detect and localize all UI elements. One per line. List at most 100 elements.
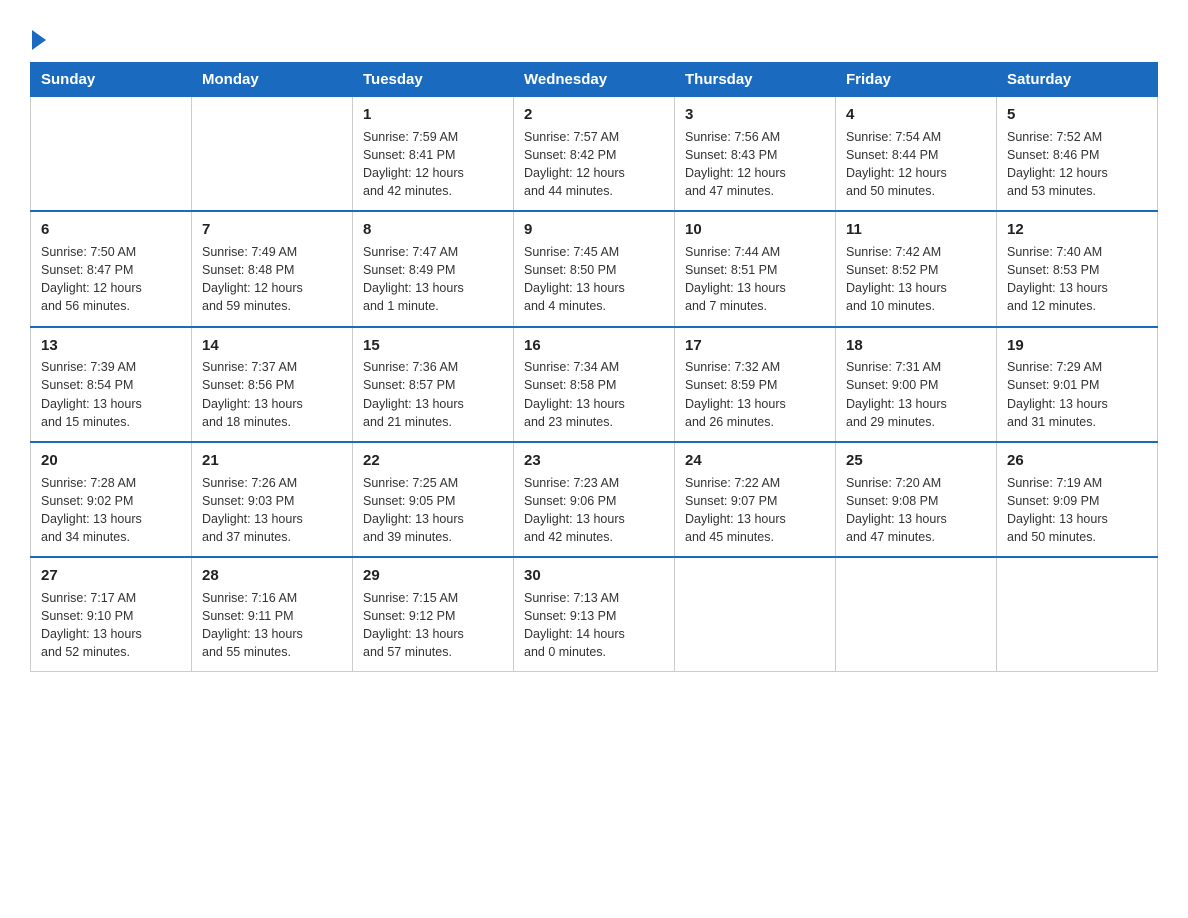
calendar-cell: 4Sunrise: 7:54 AMSunset: 8:44 PMDaylight…	[836, 97, 997, 212]
page-header	[30, 20, 1158, 52]
day-number: 20	[41, 450, 181, 472]
calendar-week-row: 20Sunrise: 7:28 AMSunset: 9:02 PMDayligh…	[31, 442, 1158, 557]
calendar-cell: 16Sunrise: 7:34 AMSunset: 8:58 PMDayligh…	[514, 327, 675, 442]
day-number: 29	[363, 565, 503, 587]
calendar-cell: 17Sunrise: 7:32 AMSunset: 8:59 PMDayligh…	[675, 327, 836, 442]
calendar-week-row: 27Sunrise: 7:17 AMSunset: 9:10 PMDayligh…	[31, 557, 1158, 672]
day-info: Sunrise: 7:50 AMSunset: 8:47 PMDaylight:…	[41, 243, 181, 316]
day-number: 18	[846, 335, 986, 357]
day-number: 2	[524, 104, 664, 126]
calendar-cell	[192, 97, 353, 212]
calendar-week-row: 6Sunrise: 7:50 AMSunset: 8:47 PMDaylight…	[31, 211, 1158, 326]
day-info: Sunrise: 7:45 AMSunset: 8:50 PMDaylight:…	[524, 243, 664, 316]
calendar-cell: 14Sunrise: 7:37 AMSunset: 8:56 PMDayligh…	[192, 327, 353, 442]
calendar-cell: 26Sunrise: 7:19 AMSunset: 9:09 PMDayligh…	[997, 442, 1158, 557]
calendar-cell: 27Sunrise: 7:17 AMSunset: 9:10 PMDayligh…	[31, 557, 192, 672]
day-number: 3	[685, 104, 825, 126]
day-info: Sunrise: 7:16 AMSunset: 9:11 PMDaylight:…	[202, 589, 342, 662]
weekday-header-row: SundayMondayTuesdayWednesdayThursdayFrid…	[31, 63, 1158, 97]
day-info: Sunrise: 7:37 AMSunset: 8:56 PMDaylight:…	[202, 358, 342, 431]
calendar-cell: 18Sunrise: 7:31 AMSunset: 9:00 PMDayligh…	[836, 327, 997, 442]
day-number: 14	[202, 335, 342, 357]
calendar-cell: 8Sunrise: 7:47 AMSunset: 8:49 PMDaylight…	[353, 211, 514, 326]
calendar-cell: 15Sunrise: 7:36 AMSunset: 8:57 PMDayligh…	[353, 327, 514, 442]
calendar-cell: 3Sunrise: 7:56 AMSunset: 8:43 PMDaylight…	[675, 97, 836, 212]
calendar-cell	[836, 557, 997, 672]
calendar-cell: 20Sunrise: 7:28 AMSunset: 9:02 PMDayligh…	[31, 442, 192, 557]
calendar-cell: 12Sunrise: 7:40 AMSunset: 8:53 PMDayligh…	[997, 211, 1158, 326]
calendar-cell: 23Sunrise: 7:23 AMSunset: 9:06 PMDayligh…	[514, 442, 675, 557]
day-number: 8	[363, 219, 503, 241]
day-info: Sunrise: 7:22 AMSunset: 9:07 PMDaylight:…	[685, 474, 825, 547]
day-number: 23	[524, 450, 664, 472]
day-number: 4	[846, 104, 986, 126]
calendar-cell: 25Sunrise: 7:20 AMSunset: 9:08 PMDayligh…	[836, 442, 997, 557]
day-info: Sunrise: 7:19 AMSunset: 9:09 PMDaylight:…	[1007, 474, 1147, 547]
day-info: Sunrise: 7:29 AMSunset: 9:01 PMDaylight:…	[1007, 358, 1147, 431]
weekday-header-sunday: Sunday	[31, 63, 192, 97]
day-number: 19	[1007, 335, 1147, 357]
logo-arrow-icon	[32, 30, 46, 50]
calendar-cell: 9Sunrise: 7:45 AMSunset: 8:50 PMDaylight…	[514, 211, 675, 326]
calendar-cell: 19Sunrise: 7:29 AMSunset: 9:01 PMDayligh…	[997, 327, 1158, 442]
calendar-week-row: 13Sunrise: 7:39 AMSunset: 8:54 PMDayligh…	[31, 327, 1158, 442]
day-info: Sunrise: 7:57 AMSunset: 8:42 PMDaylight:…	[524, 128, 664, 201]
day-info: Sunrise: 7:39 AMSunset: 8:54 PMDaylight:…	[41, 358, 181, 431]
day-info: Sunrise: 7:20 AMSunset: 9:08 PMDaylight:…	[846, 474, 986, 547]
calendar-cell: 5Sunrise: 7:52 AMSunset: 8:46 PMDaylight…	[997, 97, 1158, 212]
day-number: 13	[41, 335, 181, 357]
day-number: 6	[41, 219, 181, 241]
calendar-cell: 7Sunrise: 7:49 AMSunset: 8:48 PMDaylight…	[192, 211, 353, 326]
day-number: 5	[1007, 104, 1147, 126]
day-number: 27	[41, 565, 181, 587]
day-info: Sunrise: 7:49 AMSunset: 8:48 PMDaylight:…	[202, 243, 342, 316]
day-number: 16	[524, 335, 664, 357]
day-number: 24	[685, 450, 825, 472]
day-info: Sunrise: 7:59 AMSunset: 8:41 PMDaylight:…	[363, 128, 503, 201]
day-info: Sunrise: 7:56 AMSunset: 8:43 PMDaylight:…	[685, 128, 825, 201]
weekday-header-wednesday: Wednesday	[514, 63, 675, 97]
weekday-header-friday: Friday	[836, 63, 997, 97]
calendar-cell	[997, 557, 1158, 672]
calendar-cell: 21Sunrise: 7:26 AMSunset: 9:03 PMDayligh…	[192, 442, 353, 557]
day-info: Sunrise: 7:15 AMSunset: 9:12 PMDaylight:…	[363, 589, 503, 662]
calendar-cell: 24Sunrise: 7:22 AMSunset: 9:07 PMDayligh…	[675, 442, 836, 557]
calendar-cell: 2Sunrise: 7:57 AMSunset: 8:42 PMDaylight…	[514, 97, 675, 212]
day-number: 26	[1007, 450, 1147, 472]
calendar-cell: 28Sunrise: 7:16 AMSunset: 9:11 PMDayligh…	[192, 557, 353, 672]
weekday-header-thursday: Thursday	[675, 63, 836, 97]
day-info: Sunrise: 7:26 AMSunset: 9:03 PMDaylight:…	[202, 474, 342, 547]
day-info: Sunrise: 7:34 AMSunset: 8:58 PMDaylight:…	[524, 358, 664, 431]
weekday-header-tuesday: Tuesday	[353, 63, 514, 97]
day-info: Sunrise: 7:54 AMSunset: 8:44 PMDaylight:…	[846, 128, 986, 201]
day-info: Sunrise: 7:17 AMSunset: 9:10 PMDaylight:…	[41, 589, 181, 662]
day-number: 15	[363, 335, 503, 357]
calendar-table: SundayMondayTuesdayWednesdayThursdayFrid…	[30, 62, 1158, 672]
day-info: Sunrise: 7:47 AMSunset: 8:49 PMDaylight:…	[363, 243, 503, 316]
day-info: Sunrise: 7:25 AMSunset: 9:05 PMDaylight:…	[363, 474, 503, 547]
weekday-header-monday: Monday	[192, 63, 353, 97]
day-number: 11	[846, 219, 986, 241]
calendar-cell: 1Sunrise: 7:59 AMSunset: 8:41 PMDaylight…	[353, 97, 514, 212]
calendar-cell: 29Sunrise: 7:15 AMSunset: 9:12 PMDayligh…	[353, 557, 514, 672]
day-number: 12	[1007, 219, 1147, 241]
day-info: Sunrise: 7:44 AMSunset: 8:51 PMDaylight:…	[685, 243, 825, 316]
day-number: 1	[363, 104, 503, 126]
day-info: Sunrise: 7:40 AMSunset: 8:53 PMDaylight:…	[1007, 243, 1147, 316]
day-number: 10	[685, 219, 825, 241]
day-info: Sunrise: 7:52 AMSunset: 8:46 PMDaylight:…	[1007, 128, 1147, 201]
calendar-cell: 10Sunrise: 7:44 AMSunset: 8:51 PMDayligh…	[675, 211, 836, 326]
calendar-cell: 13Sunrise: 7:39 AMSunset: 8:54 PMDayligh…	[31, 327, 192, 442]
day-number: 28	[202, 565, 342, 587]
day-number: 22	[363, 450, 503, 472]
calendar-cell: 22Sunrise: 7:25 AMSunset: 9:05 PMDayligh…	[353, 442, 514, 557]
day-info: Sunrise: 7:31 AMSunset: 9:00 PMDaylight:…	[846, 358, 986, 431]
calendar-week-row: 1Sunrise: 7:59 AMSunset: 8:41 PMDaylight…	[31, 97, 1158, 212]
day-info: Sunrise: 7:36 AMSunset: 8:57 PMDaylight:…	[363, 358, 503, 431]
calendar-cell: 11Sunrise: 7:42 AMSunset: 8:52 PMDayligh…	[836, 211, 997, 326]
day-number: 21	[202, 450, 342, 472]
day-number: 17	[685, 335, 825, 357]
logo	[30, 30, 46, 52]
calendar-cell: 6Sunrise: 7:50 AMSunset: 8:47 PMDaylight…	[31, 211, 192, 326]
day-info: Sunrise: 7:28 AMSunset: 9:02 PMDaylight:…	[41, 474, 181, 547]
